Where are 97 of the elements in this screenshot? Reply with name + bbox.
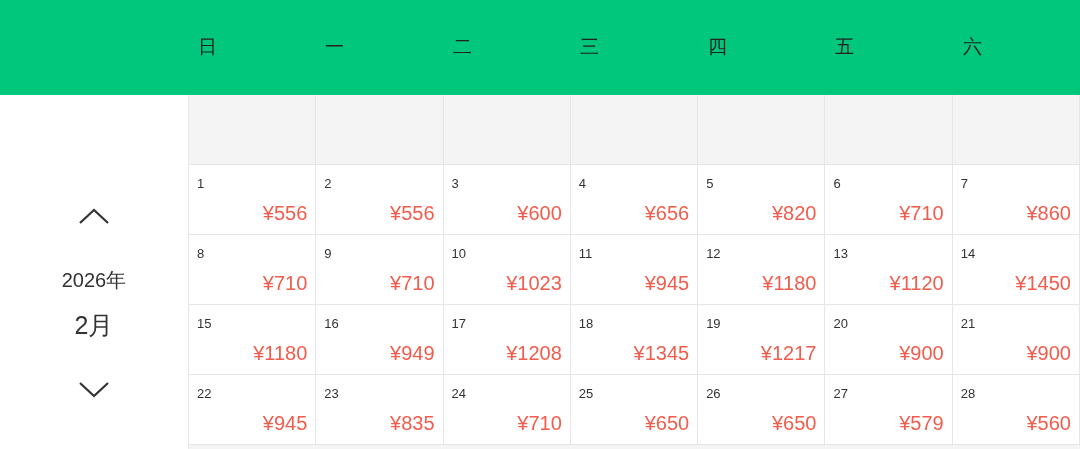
price: ¥835 — [390, 413, 435, 433]
day-number: 23 — [324, 387, 339, 400]
day-number: 11 — [578, 247, 593, 260]
calendar-day[interactable]: 16 ¥949 — [316, 305, 444, 375]
day-number: 26 — [706, 387, 721, 400]
day-number: 15 — [197, 317, 212, 330]
price: ¥556 — [262, 203, 308, 223]
weekday-label: 五 — [835, 35, 855, 60]
calendar-day[interactable]: 19 ¥1217 — [698, 305, 826, 375]
calendar-day[interactable]: 18 ¥1345 — [570, 305, 699, 375]
calendar-day[interactable]: 11 ¥945 — [570, 235, 699, 305]
price: ¥710 — [899, 203, 944, 223]
day-number: 27 — [833, 387, 848, 400]
day-number: 1 — [197, 177, 205, 190]
price: ¥900 — [899, 343, 944, 363]
price: ¥1180 — [762, 273, 817, 293]
price: ¥556 — [390, 203, 435, 223]
price: ¥949 — [390, 343, 435, 363]
day-number: 24 — [451, 387, 467, 400]
calendar-day[interactable]: 26 ¥650 — [698, 375, 826, 445]
calendar-day[interactable]: 3 ¥600 — [443, 165, 571, 235]
weekday-label: 三 — [580, 35, 600, 60]
calendar-day[interactable]: 27 ¥579 — [825, 375, 953, 445]
price: ¥650 — [644, 413, 690, 433]
calendar-day[interactable]: 22 ¥945 — [189, 375, 317, 445]
weekday-label: 二 — [452, 35, 472, 60]
day-number: 25 — [578, 387, 594, 400]
day-number: 14 — [960, 247, 976, 260]
price: ¥1180 — [253, 343, 308, 363]
year-label: 2026年 — [61, 268, 127, 293]
price: ¥579 — [899, 413, 944, 433]
calendar-day[interactable]: 28 ¥560 — [952, 375, 1080, 445]
month-label: 2月 — [74, 310, 114, 341]
next-month-button[interactable] — [78, 380, 110, 399]
price: ¥1217 — [760, 343, 817, 363]
day-number: 10 — [451, 247, 467, 260]
calendar-day[interactable]: 4 ¥656 — [570, 165, 699, 235]
calendar-day[interactable]: 8 ¥710 — [189, 235, 317, 305]
day-number: 16 — [324, 317, 339, 330]
calendar-day[interactable]: 24 ¥710 — [443, 375, 571, 445]
price: ¥1208 — [506, 343, 562, 363]
price: ¥710 — [390, 273, 435, 293]
day-number: 19 — [706, 317, 721, 330]
calendar-day[interactable]: 9 ¥710 — [316, 235, 444, 305]
chevron-up-icon — [78, 207, 110, 225]
calendar-day[interactable]: 13 ¥1120 — [825, 235, 953, 305]
price: ¥560 — [1026, 413, 1071, 433]
day-number: 17 — [451, 317, 467, 330]
calendar-day[interactable]: 7 ¥860 — [952, 165, 1080, 235]
day-number: 7 — [960, 177, 968, 190]
calendar-day[interactable]: 17 ¥1208 — [443, 305, 571, 375]
day-number: 22 — [197, 387, 212, 400]
price: ¥710 — [517, 413, 562, 433]
calendar-day[interactable]: 15 ¥1180 — [189, 305, 317, 375]
day-number: 5 — [706, 177, 714, 190]
weekday-label: 日 — [198, 35, 217, 60]
weekday-label: 一 — [325, 35, 345, 60]
day-number: 8 — [197, 247, 205, 260]
price: ¥656 — [644, 203, 690, 223]
calendar-day[interactable]: 14 ¥1450 — [952, 235, 1080, 305]
price: ¥600 — [517, 203, 562, 223]
calendar-day[interactable]: 12 ¥1180 — [698, 235, 826, 305]
day-number: 12 — [706, 247, 721, 260]
day-number: 13 — [833, 247, 848, 260]
price: ¥820 — [771, 203, 817, 223]
price: ¥945 — [644, 273, 690, 293]
chevron-down-icon — [78, 380, 110, 399]
price: ¥1120 — [889, 273, 944, 293]
price: ¥860 — [1026, 203, 1071, 223]
price: ¥1450 — [1015, 273, 1071, 293]
day-number: 28 — [960, 387, 976, 400]
day-number: 18 — [578, 317, 594, 330]
calendar-day[interactable]: 21 ¥900 — [952, 305, 1080, 375]
price: ¥650 — [771, 413, 817, 433]
price: ¥945 — [262, 413, 308, 433]
day-number: 4 — [578, 177, 587, 190]
day-number: 3 — [451, 177, 459, 190]
day-number: 21 — [960, 317, 976, 330]
weekday-label: 六 — [962, 35, 982, 60]
calendar-day[interactable]: 23 ¥835 — [316, 375, 444, 445]
price: ¥1023 — [506, 273, 562, 293]
calendar-day[interactable]: 6 ¥710 — [825, 165, 953, 235]
price: ¥1345 — [633, 343, 690, 363]
price: ¥900 — [1026, 343, 1071, 363]
calendar-day[interactable]: 25 ¥650 — [570, 375, 699, 445]
day-number: 20 — [833, 317, 848, 330]
price: ¥710 — [262, 273, 308, 293]
calendar-day[interactable]: 2 ¥556 — [316, 165, 444, 235]
weekday-label: 四 — [707, 35, 727, 60]
calendar-day[interactable]: 20 ¥900 — [825, 305, 953, 375]
calendar-day[interactable]: 5 ¥820 — [698, 165, 826, 235]
previous-month-button[interactable] — [78, 207, 110, 225]
day-number: 6 — [833, 177, 841, 190]
day-number: 2 — [324, 177, 332, 190]
day-number: 9 — [324, 247, 332, 260]
calendar-day[interactable]: 1 ¥556 — [189, 165, 317, 235]
calendar-day[interactable]: 10 ¥1023 — [443, 235, 571, 305]
